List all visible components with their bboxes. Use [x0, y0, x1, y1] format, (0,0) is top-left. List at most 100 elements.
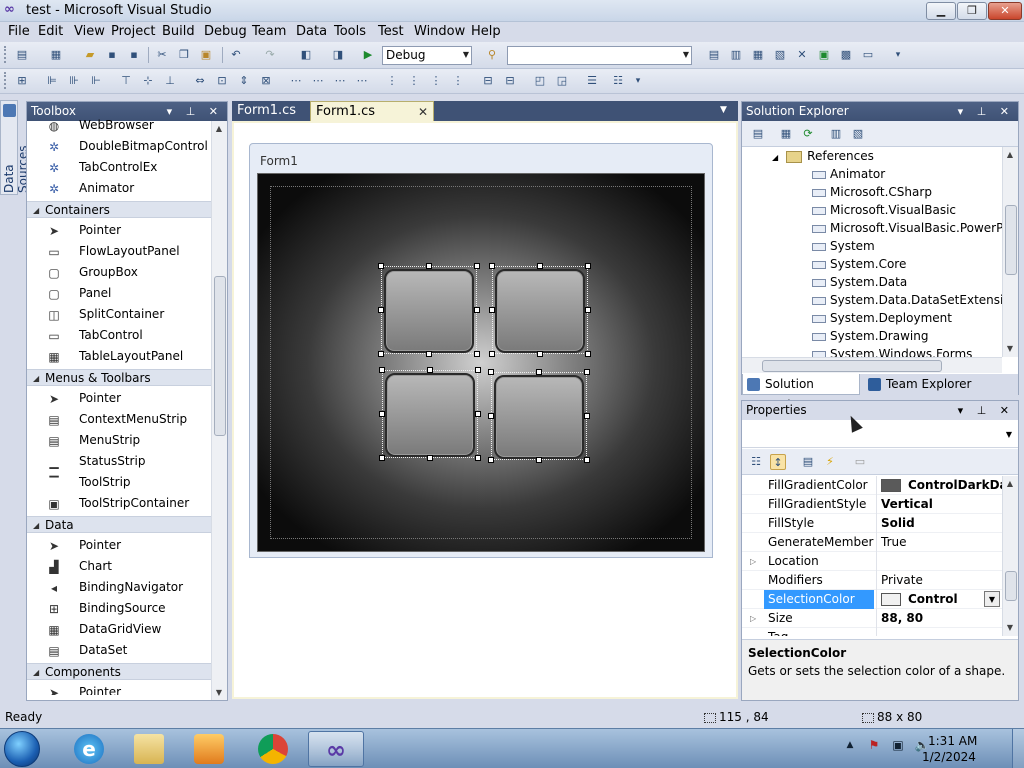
solution-tree-hscrollbar[interactable]	[742, 357, 1002, 373]
save-icon[interactable]: ▪	[104, 47, 120, 63]
toolbox-item[interactable]: ▁ StatusStrip	[27, 451, 211, 472]
align-rights-icon[interactable]: ⊩	[88, 73, 104, 89]
toolbar-grip[interactable]	[4, 72, 7, 89]
categorized-icon[interactable]: ☷	[748, 454, 764, 470]
toolbox-item[interactable]: ⊞ BindingSource	[27, 598, 211, 619]
menu-help[interactable]: Help	[471, 24, 501, 39]
property-value[interactable]	[876, 628, 1002, 636]
center-horizontally-icon[interactable]: ⊟	[480, 73, 496, 89]
toolbox-scrollbar[interactable]: ▲ ▼	[211, 121, 227, 700]
toolbar-grip[interactable]	[4, 46, 7, 63]
tab-team-explorer[interactable]: Team Explorer	[864, 374, 984, 395]
align-to-grid-icon[interactable]: ⊞	[14, 73, 30, 89]
data-sources-tab[interactable]: Data Sources	[0, 100, 30, 195]
property-row[interactable]: FillStyle Solid	[742, 514, 1002, 533]
resize-handle[interactable]	[379, 367, 385, 373]
resize-handle[interactable]	[584, 457, 590, 463]
tree-reference-item[interactable]: System.Data	[812, 273, 907, 291]
undo-icon[interactable]: ↶	[228, 47, 244, 63]
properties-icon[interactable]: ▤	[750, 126, 766, 142]
view-designer-icon[interactable]: ▧	[850, 126, 866, 142]
align-middles-icon[interactable]: ⊹	[140, 73, 156, 89]
tree-reference-item[interactable]: System.Core	[812, 255, 906, 273]
tools-icon[interactable]: ✕	[794, 47, 810, 63]
bring-to-front-icon[interactable]: ◰	[532, 73, 548, 89]
resize-handle[interactable]	[537, 263, 543, 269]
properties-window-icon[interactable]: ▥	[728, 47, 744, 63]
property-value[interactable]: Control ▼	[876, 590, 1002, 609]
property-value[interactable]: 88, 80	[876, 609, 1002, 628]
toolbox-item[interactable]: ✲ Animator	[27, 178, 211, 199]
panel-controls[interactable]: ▾ ⊥ ✕	[958, 401, 1014, 420]
taskbar-chrome[interactable]	[246, 731, 302, 767]
close-button[interactable]: ✕	[988, 2, 1022, 20]
vertical-spacing-icon[interactable]: ⋮	[384, 73, 400, 89]
maximize-button[interactable]: ❐	[957, 2, 987, 20]
scroll-down-icon[interactable]: ▼	[1004, 343, 1016, 355]
toolbox-item[interactable]: ◂ BindingNavigator	[27, 577, 211, 598]
view-code-icon[interactable]: ▥	[828, 126, 844, 142]
decrease-horizontal-spacing-icon[interactable]: ⋯	[332, 73, 348, 89]
collapse-arrow-icon[interactable]: ◢	[33, 202, 39, 219]
scrollbar-thumb[interactable]	[762, 360, 942, 372]
property-row[interactable]: Tag	[742, 628, 1002, 636]
toolbox-group[interactable]: ◢ Data	[27, 516, 211, 533]
property-value[interactable]: Private	[876, 571, 1002, 590]
resize-handle[interactable]	[489, 307, 495, 313]
property-row[interactable]: FillGradientColor ControlDarkDark	[742, 476, 1002, 495]
toolbox-item[interactable]: ▭ TabControl	[27, 325, 211, 346]
tree-reference-item[interactable]: Microsoft.VisualBasic	[812, 201, 956, 219]
toolbox-icon[interactable]: ▧	[772, 47, 788, 63]
find-in-files-icon[interactable]: ⚲	[484, 47, 500, 63]
toolbox-item[interactable]: ▭ FlowLayoutPanel	[27, 241, 211, 262]
close-icon[interactable]: ✕	[418, 102, 428, 122]
property-row[interactable]: GenerateMember True	[742, 533, 1002, 552]
tab-form1-design[interactable]: Form1.cs [Design] ✕	[310, 101, 434, 139]
resize-handle[interactable]	[488, 457, 494, 463]
resize-handle[interactable]	[585, 263, 591, 269]
property-value[interactable]	[876, 552, 1002, 571]
property-row[interactable]: FillGradientStyle Vertical	[742, 495, 1002, 514]
toolbox-item[interactable]: ▤ ContextMenuStrip	[27, 409, 211, 430]
increase-horizontal-spacing-icon[interactable]: ⋯	[310, 73, 326, 89]
toolbox-item[interactable]: ▣ ToolStripContainer	[27, 493, 211, 514]
menu-edit[interactable]: Edit	[38, 24, 63, 39]
scroll-up-icon[interactable]: ▲	[1004, 149, 1016, 161]
property-value[interactable]: True	[876, 533, 1002, 552]
menu-window[interactable]: Window	[414, 24, 465, 39]
window-icon[interactable]: ▭	[860, 47, 876, 63]
resize-handle[interactable]	[584, 413, 590, 419]
design-surface[interactable]: Form1	[232, 121, 738, 699]
menu-debug[interactable]: Debug	[204, 24, 247, 39]
resize-handle[interactable]	[427, 367, 433, 373]
scrollbar-thumb[interactable]	[214, 276, 226, 436]
toolbox-group[interactable]: ◢ Components	[27, 663, 211, 680]
resize-handle[interactable]	[585, 307, 591, 313]
menu-tools[interactable]: Tools	[334, 24, 366, 39]
navigate-forward-icon[interactable]: ◨	[330, 47, 346, 63]
menu-file[interactable]: File	[8, 24, 30, 39]
toolbox-item[interactable]: ▦ DataGridView	[27, 619, 211, 640]
resize-handle[interactable]	[488, 413, 494, 419]
panel-controls[interactable]: ▾ ⊥ ✕	[958, 102, 1014, 121]
expand-arrow-icon[interactable]: ◢	[772, 153, 778, 162]
object-selector-combo[interactable]: ▼	[742, 422, 1018, 448]
tree-reference-item[interactable]: System.Data.DataSetExtensions	[812, 291, 1002, 309]
collapse-arrow-icon[interactable]: ◢	[33, 370, 39, 387]
align-centers-icon[interactable]: ⊪	[66, 73, 82, 89]
tree-folder-references[interactable]: ◢ References	[772, 147, 874, 165]
open-file-icon[interactable]: ▰	[82, 47, 98, 63]
remove-horizontal-spacing-icon[interactable]: ⋯	[354, 73, 370, 89]
property-row[interactable]: ▷ Location	[742, 552, 1002, 571]
rectangle-shape-2[interactable]	[495, 269, 585, 353]
resize-handle[interactable]	[584, 369, 590, 375]
redo-icon[interactable]: ↷	[262, 47, 278, 63]
copy-icon[interactable]: ❐	[176, 47, 192, 63]
property-pages-icon[interactable]: ▭	[852, 454, 868, 470]
action-center-icon[interactable]: ⚑	[866, 737, 882, 753]
toolbox-item[interactable]: ➤ Pointer	[27, 220, 211, 241]
collapse-arrow-icon[interactable]: ◢	[33, 664, 39, 681]
rectangle-shape-3[interactable]	[385, 373, 475, 457]
navigate-backward-icon[interactable]: ◧	[298, 47, 314, 63]
property-value[interactable]: Solid	[876, 514, 1002, 533]
